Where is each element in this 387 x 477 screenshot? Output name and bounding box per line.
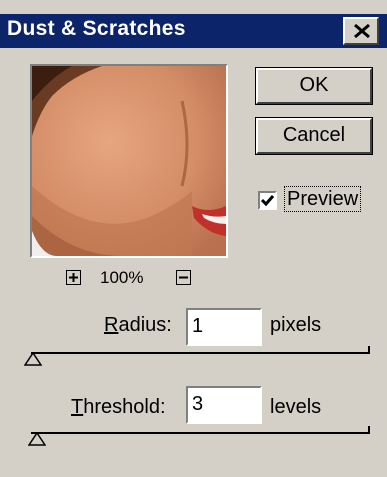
- cancel-button[interactable]: Cancel: [255, 117, 373, 155]
- preview-image[interactable]: [30, 64, 228, 258]
- threshold-slider-track[interactable]: [31, 432, 370, 434]
- radius-label: Radius:: [104, 314, 172, 337]
- threshold-slider-end-tick: [368, 426, 370, 433]
- threshold-label: Threshold:: [71, 396, 166, 419]
- dust-scratches-dialog: Dust & Scratches OK Cancel Preview 100% …: [0, 0, 387, 477]
- radius-slider-track[interactable]: [31, 352, 370, 354]
- preview-face-image: [32, 66, 226, 256]
- preview-checkbox-label[interactable]: Preview: [284, 186, 362, 212]
- zoom-out-icon: [179, 276, 188, 279]
- dialog-title: Dust & Scratches: [7, 17, 186, 40]
- close-icon: [354, 24, 370, 38]
- checkmark-icon: [261, 195, 274, 207]
- threshold-unit: levels: [270, 396, 322, 418]
- radius-input[interactable]: 1: [186, 308, 262, 346]
- zoom-in-button[interactable]: [66, 270, 81, 285]
- radius-label-text: adius:: [118, 314, 172, 336]
- ok-button[interactable]: OK: [255, 67, 373, 105]
- radius-unit: pixels: [270, 314, 322, 336]
- radius-slider-thumb[interactable]: [24, 352, 42, 366]
- zoom-in-icon: [69, 273, 78, 282]
- zoom-out-button[interactable]: [176, 270, 191, 285]
- threshold-slider-thumb[interactable]: [28, 432, 47, 446]
- preview-checkbox[interactable]: [258, 191, 277, 210]
- radius-slider-end-tick: [368, 346, 370, 353]
- radius-label-accelerator: R: [104, 314, 119, 336]
- title-bar[interactable]: Dust & Scratches: [0, 14, 387, 48]
- threshold-label-accelerator: T: [71, 396, 84, 418]
- zoom-level: 100%: [100, 268, 144, 287]
- close-button[interactable]: [343, 17, 379, 45]
- threshold-label-text: hreshold:: [83, 396, 166, 418]
- threshold-input[interactable]: 3: [186, 386, 262, 424]
